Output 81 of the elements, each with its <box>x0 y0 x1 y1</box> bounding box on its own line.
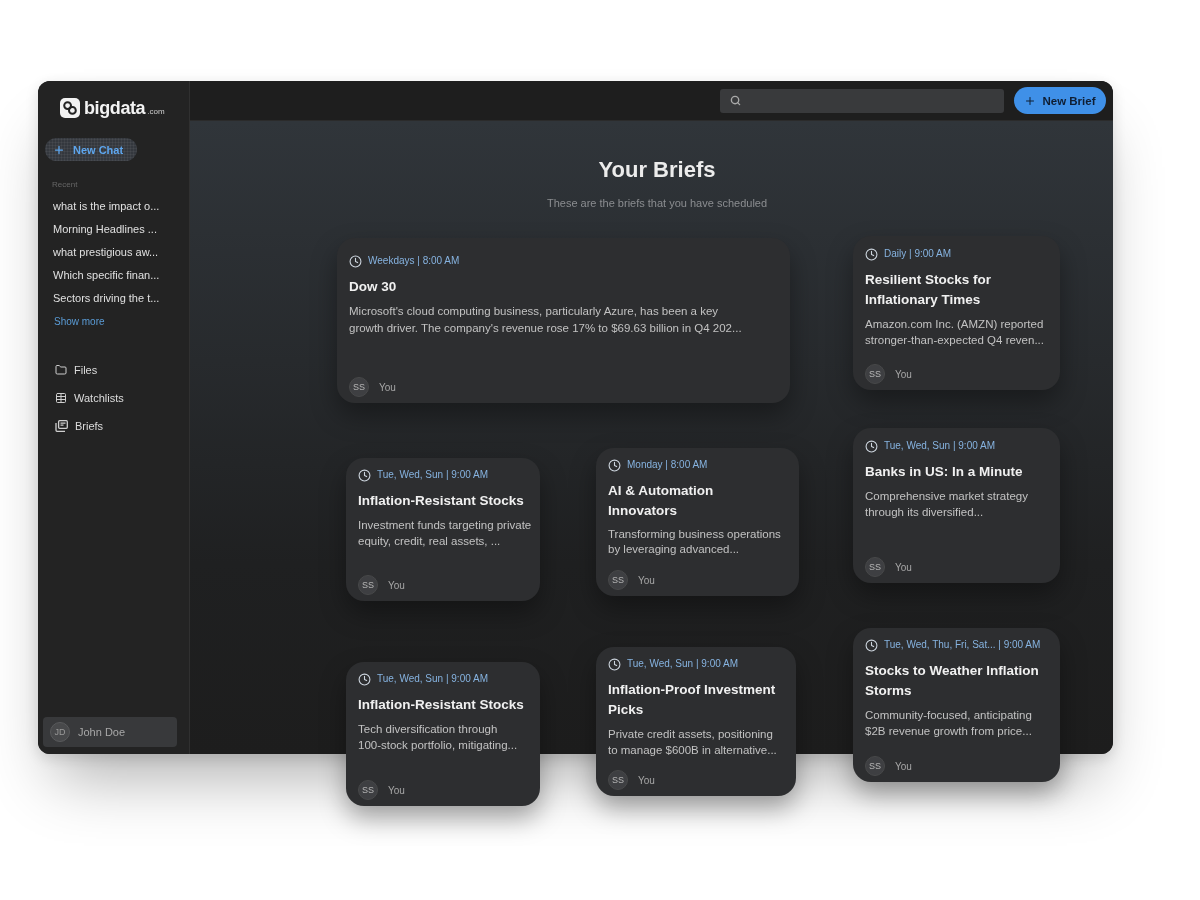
recent-chat-item[interactable]: Which specific finan... <box>38 264 189 287</box>
new-brief-button[interactable]: New Brief <box>1014 87 1106 114</box>
brief-card[interactable]: Daily | 9:00 AM Resilient Stocks for Inflationary Times Amazon.com Inc. (AMZN) reported stronger-than-expected Q4 reven... SS You <box>853 236 1060 390</box>
brief-card[interactable]: Tue, Wed, Sun | 9:00 AM Inflation-Resistant Stocks Tech diversification through 100-stock portfolio, mitigating... SS You <box>346 662 540 806</box>
owner-avatar: SS <box>608 770 628 790</box>
clock-icon <box>865 439 878 453</box>
brief-title: Inflation-Resistant Stocks <box>358 492 525 510</box>
brief-card[interactable]: Tue, Wed, Sun | 9:00 AM Banks in US: In a Minute Comprehensive market strategy through its diversified... SS You <box>853 428 1060 583</box>
brief-title: AI & Automation Innovators <box>608 482 715 520</box>
owner-name: You <box>638 574 655 586</box>
brief-description: Transforming business operations by leveraging advanced... <box>608 527 782 557</box>
owner-avatar: SS <box>865 364 885 384</box>
brief-title: Dow 30 <box>349 278 398 296</box>
table-icon <box>55 392 67 404</box>
brief-schedule: Weekdays | 8:00 AM <box>368 254 460 268</box>
owner-avatar: SS <box>865 756 885 776</box>
logo-domain: .com <box>147 106 165 118</box>
brief-title: Inflation-Proof Investment Picks <box>608 681 777 719</box>
nav-item[interactable]: Files <box>38 356 189 384</box>
owner-name: You <box>379 381 396 393</box>
brief-card[interactable]: Weekdays | 8:00 AM Dow 30 Microsoft's cloud computing business, particularly Azure, has been a key growth driver. The company's revenue rose 17% to $69.63 billion in Q4 202... SS You <box>337 238 790 403</box>
brief-description: Investment funds targeting private equity, credit, real assets, ... <box>358 518 533 549</box>
brief-card[interactable]: Monday | 8:00 AM AI & Automation Innovators Transforming business operations by leveraging advanced... SS You <box>596 448 799 596</box>
brief-card[interactable]: Tue, Wed, Thu, Fri, Sat... | 9:00 AM Stocks to Weather Inflation Storms Community-focused, anticipating $2B revenue growth from price... SS You <box>853 628 1060 782</box>
recent-chat-item[interactable]: Morning Headlines ... <box>38 218 189 241</box>
plus-icon <box>53 143 65 156</box>
owner-name: You <box>895 760 912 772</box>
brief-description: Community-focused, anticipating $2B revenue growth from price... <box>865 708 1033 739</box>
brief-title: Stocks to Weather Inflation Storms <box>865 662 1040 700</box>
owner-avatar: SS <box>358 780 378 800</box>
brief-schedule: Tue, Wed, Sun | 9:00 AM <box>377 672 488 686</box>
recent-chat-item[interactable]: what is the impact o... <box>38 195 189 218</box>
brief-title: Resilient Stocks for Inflationary Times <box>865 271 993 309</box>
new-chat-button[interactable]: New Chat <box>45 138 137 161</box>
user-avatar: JD <box>50 722 70 742</box>
clock-icon <box>349 254 362 268</box>
nav-item[interactable]: Briefs <box>38 412 189 440</box>
clock-icon <box>865 247 878 261</box>
page-subtitle: These are the briefs that you have scheduled <box>546 196 768 210</box>
user-profile-button[interactable]: JD John Doe <box>43 717 177 747</box>
brief-description: Amazon.com Inc. (AMZN) reported stronger-than-expected Q4 reven... <box>865 317 1045 348</box>
recent-chat-item[interactable]: Sectors driving the t... <box>38 287 189 310</box>
brief-description: Tech diversification through 100-stock portfolio, mitigating... <box>358 722 519 753</box>
brief-schedule: Monday | 8:00 AM <box>627 458 708 472</box>
brief-card[interactable]: Tue, Wed, Sun | 9:00 AM Inflation-Resistant Stocks Investment funds targeting private equity, credit, real assets, ... SS You <box>346 458 540 601</box>
search-field[interactable] <box>720 88 1004 113</box>
owner-name: You <box>895 368 912 380</box>
logo-icon <box>60 98 80 118</box>
owner-avatar: SS <box>865 557 885 577</box>
brief-description: Microsoft's cloud computing business, particularly Azure, has been a key growth driver. The company's revenue rose 17% to $69.63 billion in Q4 202... <box>349 304 743 336</box>
owner-name: You <box>895 561 912 573</box>
clock-icon <box>865 638 878 652</box>
brief-schedule: Tue, Wed, Thu, Fri, Sat... | 9:00 AM <box>884 638 1041 652</box>
brief-schedule: Tue, Wed, Sun | 9:00 AM <box>377 468 488 482</box>
owner-avatar: SS <box>358 575 378 595</box>
owner-avatar: SS <box>349 377 369 397</box>
brief-title: Inflation-Resistant Stocks <box>358 696 525 714</box>
brief-description: Private credit assets, positioning to manage $600B in alternative... <box>608 727 778 758</box>
clock-icon <box>608 458 621 472</box>
brief-card[interactable]: Tue, Wed, Sun | 9:00 AM Inflation-Proof Investment Picks Private credit assets, positioning to manage $600B in alternative... SS You <box>596 647 796 796</box>
brief-title: Banks in US: In a Minute <box>865 463 1024 481</box>
brief-schedule: Daily | 9:00 AM <box>884 247 952 261</box>
folder-icon <box>55 364 67 376</box>
owner-name: You <box>388 784 405 796</box>
owner-name: You <box>638 774 655 786</box>
brief-schedule: Tue, Wed, Sun | 9:00 AM <box>627 657 738 671</box>
clock-icon <box>608 657 621 671</box>
clock-icon <box>358 672 371 686</box>
page-title: Your Briefs <box>598 157 716 183</box>
brief-description: Comprehensive market strategy through its diversified... <box>865 489 1029 520</box>
recent-chat-item[interactable]: what prestigious aw... <box>38 241 189 264</box>
show-more-link[interactable]: Show more <box>54 315 105 329</box>
clock-icon <box>358 468 371 482</box>
plus-icon <box>1024 94 1037 107</box>
owner-avatar: SS <box>608 570 628 590</box>
nav-item[interactable]: Watchlists <box>38 384 189 412</box>
stacked-cards-icon <box>55 420 68 432</box>
owner-name: You <box>388 579 405 591</box>
search-icon <box>730 95 741 106</box>
logo-wordmark: bigdata <box>84 98 146 118</box>
brief-schedule: Tue, Wed, Sun | 9:00 AM <box>884 439 995 453</box>
